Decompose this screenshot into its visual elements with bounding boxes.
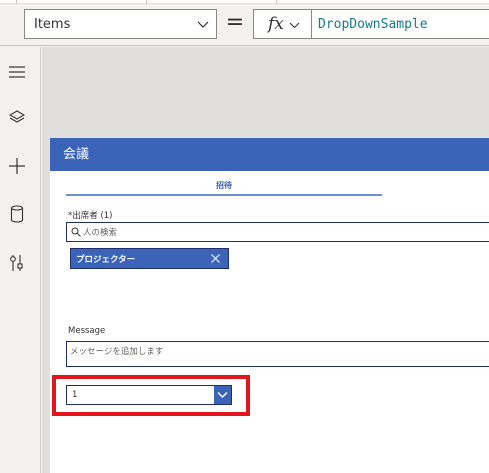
tools-icon[interactable] [7, 253, 27, 273]
tab-underline [66, 194, 382, 196]
close-icon[interactable] [210, 253, 221, 264]
sample-dropdown[interactable]: 1 [66, 385, 232, 405]
search-icon [71, 227, 81, 237]
chevron-down-icon [197, 21, 209, 28]
tab-invite[interactable]: 招待 [216, 180, 232, 191]
screen-header: 会議 [50, 138, 489, 171]
divider [146, 0, 147, 4]
plus-icon[interactable] [7, 156, 27, 176]
formula-input[interactable]: DropDownSample [311, 9, 489, 39]
divider [276, 0, 277, 4]
layers-icon[interactable] [7, 107, 27, 127]
app-root: Items = fx DropDownSample 会議 招待 *出席者 (1)… [0, 0, 489, 473]
divider [16, 0, 17, 4]
message-input[interactable]: メッセージを追加します [66, 341, 489, 367]
people-search-input[interactable]: 人の検索 [66, 222, 489, 242]
top-strip [0, 0, 489, 4]
fx-button[interactable]: fx [253, 9, 311, 39]
database-icon[interactable] [7, 204, 27, 224]
app-screen: 会議 招待 *出席者 (1) 人の検索 プロジェクター Message メッセー… [50, 138, 489, 473]
formula-bar: Items = fx DropDownSample [0, 0, 489, 46]
attendee-label: *出席者 (1) [68, 211, 113, 221]
fx-icon: fx [268, 14, 284, 34]
chip-label: プロジェクター [76, 254, 136, 265]
search-placeholder: 人の検索 [83, 228, 118, 238]
left-rail [0, 47, 41, 473]
message-label: Message [68, 326, 106, 336]
chevron-down-icon [289, 22, 300, 28]
dropdown-button[interactable] [214, 386, 231, 404]
dropdown-value: 1 [72, 390, 78, 400]
chevron-down-icon [217, 391, 228, 399]
hamburger-menu-icon[interactable] [7, 62, 27, 82]
property-selector-value: Items [34, 16, 71, 32]
equals-sign: = [225, 10, 245, 35]
selected-person-chip[interactable]: プロジェクター [70, 248, 229, 269]
property-selector[interactable]: Items [24, 9, 217, 39]
